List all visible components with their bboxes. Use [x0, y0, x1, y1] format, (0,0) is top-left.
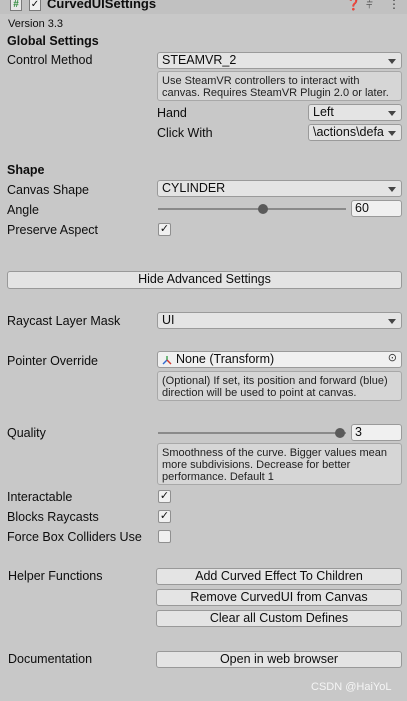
hand-value: Left [313, 105, 334, 119]
remove-curvedui-button[interactable]: Remove CurvedUI from Canvas [156, 589, 402, 606]
blocks-raycasts-checkbox[interactable]: ✓ [158, 510, 171, 523]
preserve-aspect-checkbox[interactable]: ✓ [158, 223, 171, 236]
interactable-label: Interactable [7, 490, 73, 504]
angle-label: Angle [7, 203, 39, 217]
interactable-checkbox[interactable]: ✓ [158, 490, 171, 503]
angle-slider-thumb[interactable] [258, 204, 269, 214]
force-box-colliders-checkbox[interactable] [158, 530, 171, 543]
quality-label: Quality [7, 426, 46, 440]
help-icon[interactable]: ❓ [346, 0, 361, 11]
add-curved-effect-button[interactable]: Add Curved Effect To Children [156, 568, 402, 585]
documentation-label: Documentation [8, 652, 93, 666]
blocks-raycasts-label: Blocks Raycasts [7, 510, 99, 524]
chevron-down-icon [388, 111, 396, 116]
clear-custom-defines-button[interactable]: Clear all Custom Defines [156, 610, 402, 627]
component-enabled-checkbox[interactable]: ✓ [29, 0, 41, 11]
transform-icon [162, 356, 172, 365]
hand-label: Hand [157, 106, 187, 120]
global-settings-heading: Global Settings [7, 34, 99, 48]
canvas-shape-value: CYLINDER [162, 181, 226, 195]
pointer-override-field[interactable]: None (Transform) ⊙ [157, 351, 402, 368]
chevron-down-icon [388, 59, 396, 64]
angle-slider-track[interactable] [158, 208, 346, 210]
canvas-shape-dropdown[interactable]: CYLINDER [157, 180, 402, 197]
quality-slider-track[interactable] [158, 432, 346, 434]
pointer-override-value: None (Transform) [176, 352, 275, 366]
hand-dropdown[interactable]: Left [308, 104, 402, 121]
raycast-layer-mask-dropdown[interactable]: UI [157, 312, 402, 329]
force-box-colliders-label: Force Box Colliders Use [7, 530, 142, 544]
click-with-dropdown[interactable]: \actions\defa [308, 124, 402, 141]
preserve-aspect-label: Preserve Aspect [7, 223, 99, 237]
version-label: Version 3.3 [8, 18, 64, 30]
shape-heading: Shape [7, 163, 45, 177]
component-title: CurvedUISettings [47, 0, 157, 11]
click-with-value: \actions\defa [313, 125, 384, 139]
quality-slider-thumb[interactable] [335, 428, 346, 438]
chevron-down-icon [388, 131, 396, 136]
control-method-dropdown[interactable]: STEAMVR_2 [157, 52, 402, 69]
more-icon[interactable]: ⋮ [388, 0, 400, 11]
canvas-shape-label: Canvas Shape [7, 183, 90, 197]
control-method-value: STEAMVR_2 [162, 53, 237, 67]
helper-functions-label: Helper Functions [8, 569, 103, 583]
pointer-override-label: Pointer Override [7, 354, 99, 368]
chevron-down-icon [388, 187, 396, 192]
hide-advanced-settings-button[interactable]: Hide Advanced Settings [7, 271, 402, 289]
raycast-layer-mask-label: Raycast Layer Mask [7, 314, 121, 328]
quality-help: Smoothness of the curve. Bigger values m… [157, 443, 402, 485]
raycast-layer-mask-value: UI [162, 313, 175, 327]
pointer-override-help: (Optional) If set, its position and forw… [157, 371, 402, 401]
open-in-web-browser-button[interactable]: Open in web browser [156, 651, 402, 668]
presets-icon[interactable]: ⫩ [366, 0, 373, 12]
control-method-help: Use SteamVR controllers to interact with… [157, 71, 402, 101]
object-picker-icon[interactable]: ⊙ [388, 351, 397, 366]
click-with-label: Click With [157, 126, 213, 140]
control-method-label: Control Method [7, 53, 93, 67]
script-component-icon: # [10, 0, 22, 11]
angle-input[interactable]: 60 [351, 200, 402, 217]
quality-input[interactable]: 3 [351, 424, 402, 441]
watermark: CSDN @HaiYoL [311, 681, 392, 693]
chevron-down-icon [388, 319, 396, 324]
